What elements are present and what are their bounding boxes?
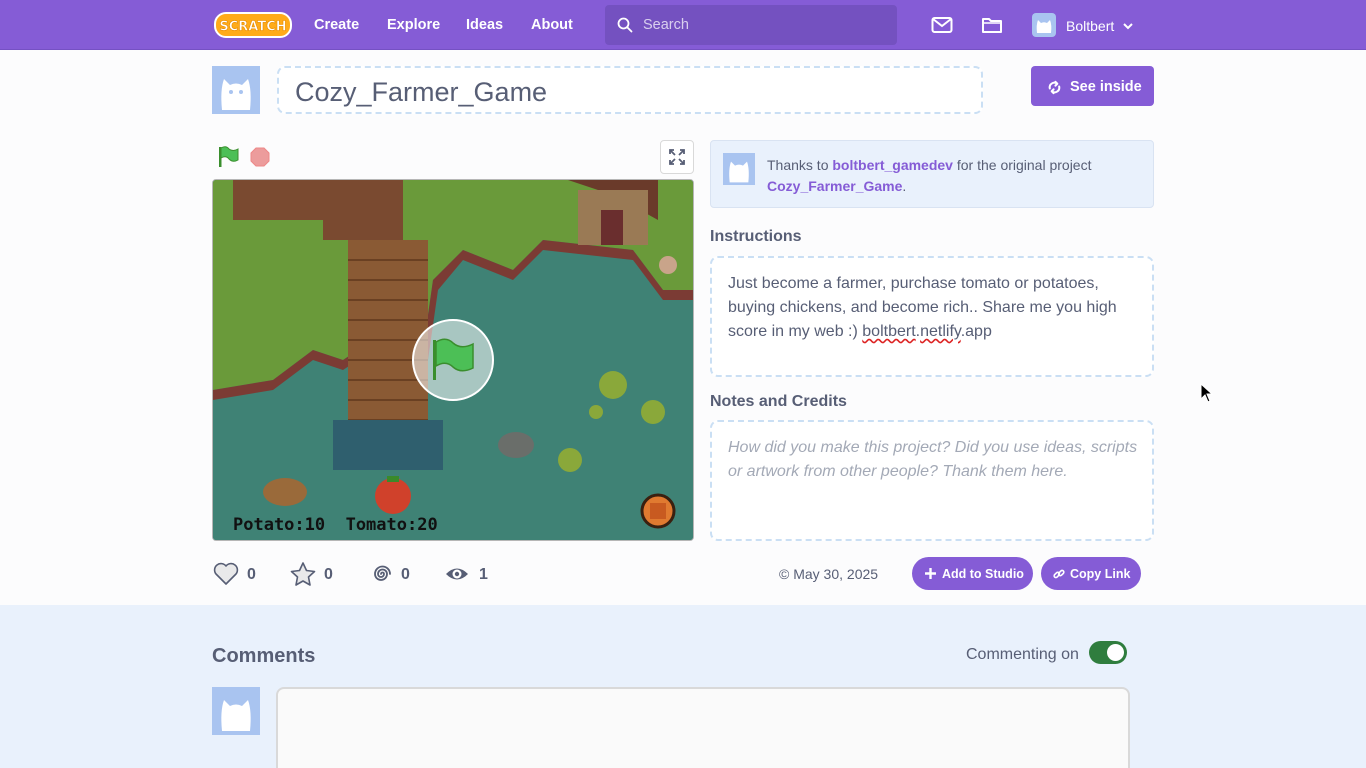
favorite-star-icon[interactable] xyxy=(290,562,316,586)
my-stuff-folder-icon[interactable] xyxy=(981,14,1003,36)
search-input[interactable] xyxy=(643,13,883,37)
fullscreen-button[interactable] xyxy=(660,140,694,174)
remixes-count: 0 xyxy=(401,566,410,583)
nav-explore-link[interactable]: Explore xyxy=(387,17,440,33)
see-inside-button[interactable]: See inside xyxy=(1031,66,1154,106)
original-author-link[interactable]: boltbert_gamedev xyxy=(832,157,953,173)
comment-input[interactable] xyxy=(276,687,1130,768)
instructions-textarea[interactable]: Just become a farmer, purchase tomato or… xyxy=(710,256,1154,377)
link-icon xyxy=(1053,569,1065,579)
add-to-studio-button[interactable]: Add to Studio xyxy=(912,557,1033,590)
plus-icon xyxy=(925,568,936,579)
stage-game-scene: Potato:10 Tomato:20 xyxy=(213,180,693,540)
green-flag-icon[interactable] xyxy=(216,145,240,169)
see-inside-label: See inside xyxy=(1070,79,1142,95)
love-heart-icon[interactable] xyxy=(213,562,239,586)
remix-arrows-icon xyxy=(1048,80,1061,95)
add-to-studio-label: Add to Studio xyxy=(942,567,1024,581)
svg-text:SCRATCH: SCRATCH xyxy=(219,20,286,35)
search-icon xyxy=(617,17,633,33)
remix-credit-banner: Thanks to boltbert_gamedev for the origi… xyxy=(710,140,1154,208)
nav-ideas-link[interactable]: Ideas xyxy=(466,17,503,33)
project-date: © May 30, 2025 xyxy=(779,566,879,582)
commenting-toggle-label: Commenting on xyxy=(966,646,1079,663)
project-stage[interactable]: Potato:10 Tomato:20 xyxy=(212,179,694,541)
stage-play-overlay[interactable] xyxy=(412,319,494,401)
notes-credits-textarea[interactable]: How did you make this project? Did you u… xyxy=(710,420,1154,541)
copy-link-label: Copy Link xyxy=(1070,567,1131,581)
search-bar xyxy=(605,5,897,45)
commenter-avatar xyxy=(212,687,260,735)
nav-create-link[interactable]: Create xyxy=(314,17,359,33)
stage-hud-score: Potato:10 Tomato:20 xyxy=(233,515,438,535)
instructions-heading: Instructions xyxy=(710,228,802,245)
mouse-cursor-icon xyxy=(1200,383,1214,403)
user-avatar[interactable] xyxy=(1032,13,1056,37)
project-author-avatar[interactable] xyxy=(212,66,260,114)
project-title: Cozy_Farmer_Game xyxy=(295,77,548,107)
nav-about-link[interactable]: About xyxy=(531,17,573,33)
views-count: 1 xyxy=(479,566,488,583)
remix-spiral-icon xyxy=(374,565,391,581)
top-nav-bar: SCRATCH Create Explore Ideas About Boltb… xyxy=(0,0,1366,50)
original-project-link[interactable]: Cozy_Farmer_Game xyxy=(767,178,902,194)
toggle-knob xyxy=(1107,644,1124,661)
instructions-text: Just become a farmer, purchase tomato or… xyxy=(728,275,1117,340)
remix-credit-text: Thanks to boltbert_gamedev for the origi… xyxy=(767,157,1092,194)
stop-sign-icon[interactable] xyxy=(250,147,270,167)
copy-link-button[interactable]: Copy Link xyxy=(1041,557,1141,590)
project-title-field[interactable]: Cozy_Farmer_Game xyxy=(277,66,983,114)
views-eye-icon xyxy=(446,568,468,580)
original-author-avatar[interactable] xyxy=(723,153,755,185)
comments-heading: Comments xyxy=(212,645,316,667)
favorites-count: 0 xyxy=(324,566,333,583)
scratch-logo[interactable]: SCRATCH xyxy=(214,11,292,39)
chevron-down-icon[interactable] xyxy=(1122,21,1134,31)
username-label[interactable]: Boltbert xyxy=(1066,18,1114,34)
fullscreen-icon xyxy=(669,149,685,165)
messages-icon[interactable] xyxy=(931,14,953,36)
notes-placeholder: How did you make this project? Did you u… xyxy=(728,439,1138,480)
loves-count: 0 xyxy=(247,566,256,583)
notes-credits-heading: Notes and Credits xyxy=(710,393,847,410)
commenting-toggle[interactable] xyxy=(1089,641,1127,664)
